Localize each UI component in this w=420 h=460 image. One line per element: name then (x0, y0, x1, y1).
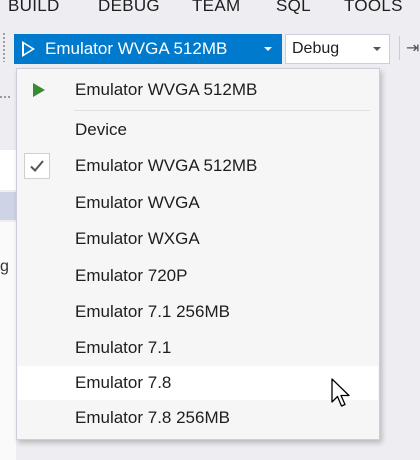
section-header-label: Device (75, 120, 127, 139)
menu-item-emulator-wvga-512mb[interactable]: Emulator WVGA 512MB (18, 149, 378, 183)
menu-item-label: Emulator 7.8 (75, 373, 172, 392)
play-icon (33, 83, 45, 97)
menu-item-emulator-720p[interactable]: Emulator 720P (18, 259, 378, 293)
target-device-dropdown[interactable]: Emulator WVGA 512MB (14, 34, 282, 64)
side-panel-field (0, 150, 16, 190)
menu-item-label: Emulator 7.1 256MB (75, 302, 230, 321)
configuration-label: Debug (292, 40, 340, 57)
menu-item-emulator-7-1[interactable]: Emulator 7.1 (18, 331, 378, 365)
side-panel-text-fragment: g (0, 258, 9, 275)
check-icon (24, 153, 50, 179)
menu-item-tools[interactable]: TOOLS (344, 0, 403, 16)
menu-section-header: Device (18, 113, 378, 147)
menu-item-emulator-7-8[interactable]: Emulator 7.8 (18, 366, 378, 400)
chevron-down-icon[interactable] (373, 47, 381, 51)
menu-item-debug[interactable]: DEBUG (98, 0, 160, 16)
menu-item-label: Emulator 7.1 (75, 338, 172, 357)
menu-item-sql[interactable]: SQL (276, 0, 311, 16)
toolbar-grip[interactable] (2, 32, 6, 62)
play-icon (22, 41, 35, 57)
menu-item-build[interactable]: BUILD (8, 0, 60, 16)
menu-item-emulator-wvga[interactable]: Emulator WVGA (18, 186, 378, 220)
menu-item-label: Emulator 720P (75, 266, 188, 285)
menu-item-emulator-wxga[interactable]: Emulator WXGA (18, 222, 378, 256)
menu-separator (74, 110, 370, 111)
menu-item-label: Emulator 7.8 256MB (75, 408, 230, 427)
toolbar: Emulator WVGA 512MB Debug ⇥ (0, 24, 420, 70)
menu-bar: BUILD DEBUG TEAM SQL TOOLS (0, 0, 420, 22)
target-device-label: Emulator WVGA 512MB (45, 39, 228, 58)
menu-item-label: Emulator WVGA (75, 193, 200, 212)
mouse-pointer-icon (331, 378, 353, 415)
menu-item-emulator-7-8-256mb[interactable]: Emulator 7.8 256MB (18, 401, 378, 435)
menu-item-run-device[interactable]: Emulator WVGA 512MB (18, 73, 378, 107)
toolbar-overflow-icon[interactable]: ⇥ (406, 38, 419, 58)
target-device-menu: Emulator WVGA 512MB Device Emulator WVGA… (16, 68, 380, 440)
toolbar-separator (399, 36, 400, 60)
menu-item-emulator-7-1-256mb[interactable]: Emulator 7.1 256MB (18, 295, 378, 329)
side-panel-selected-row (0, 192, 16, 220)
menu-item-label: Emulator WVGA 512MB (75, 80, 258, 99)
side-panel-grip (0, 96, 12, 98)
menu-item-label: Emulator WVGA 512MB (75, 156, 258, 175)
menu-item-label: Emulator WXGA (75, 229, 200, 248)
menu-item-team[interactable]: TEAM (192, 0, 240, 16)
chevron-down-icon[interactable] (264, 47, 272, 51)
configuration-dropdown[interactable]: Debug (285, 34, 390, 64)
